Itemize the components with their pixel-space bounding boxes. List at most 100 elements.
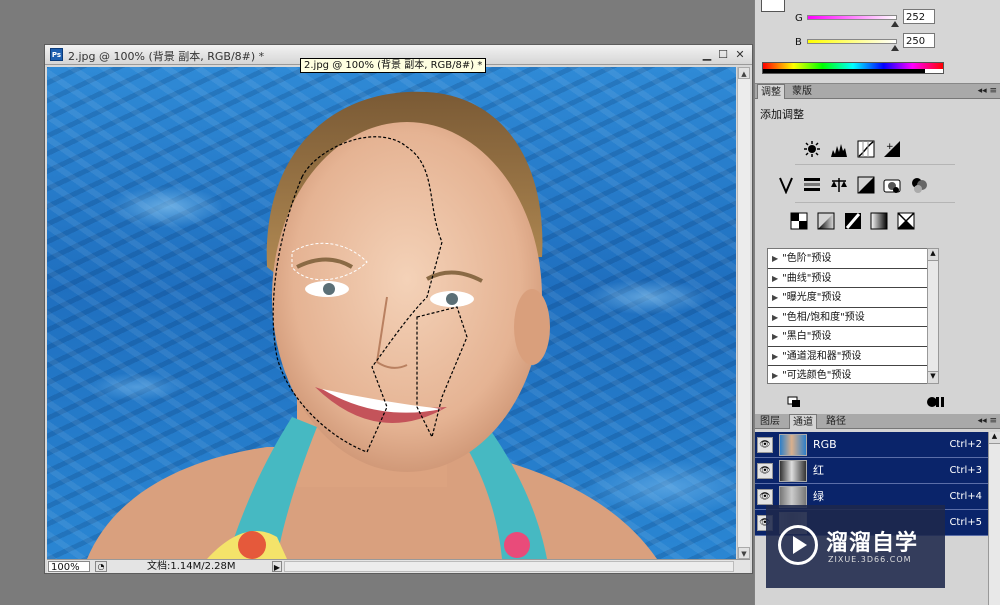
panel-menu-icon[interactable]: ◂◂ ≡ bbox=[978, 414, 997, 428]
hue-saturation-icon[interactable] bbox=[803, 176, 821, 194]
tab-paths[interactable]: 路径 bbox=[823, 414, 849, 429]
channel-thumbnail bbox=[779, 434, 807, 456]
posterize-icon[interactable] bbox=[817, 212, 835, 230]
levels-icon[interactable] bbox=[830, 140, 848, 158]
document-tooltip: 2.jpg @ 100% (背景 副本, RGB/8#) * bbox=[300, 58, 487, 73]
visibility-eye-icon[interactable]: 👁 bbox=[757, 437, 773, 453]
expand-arrow-icon: ▶ bbox=[772, 371, 779, 380]
image-canvas[interactable] bbox=[47, 67, 736, 559]
channel-name: 红 bbox=[813, 464, 824, 477]
preset-label: "曝光度"预设 bbox=[782, 292, 842, 303]
selective-color-icon[interactable] bbox=[897, 212, 915, 230]
green-slider[interactable] bbox=[807, 15, 897, 20]
horizontal-scrollbar[interactable] bbox=[284, 561, 734, 572]
channel-thumbnail bbox=[779, 460, 807, 482]
view-previous-state-icon[interactable] bbox=[927, 396, 945, 408]
blue-slider-thumb[interactable] bbox=[891, 45, 899, 51]
tab-masks[interactable]: 蒙版 bbox=[789, 84, 815, 99]
preset-list[interactable]: ▶ "色阶"预设 ▶ "曲线"预设 ▶ "曝光度"预设 ▶ "色相/饱和度"预设 ▶ "黑… bbox=[767, 248, 939, 384]
list-item[interactable]: ▶ "可选颜色"预设 bbox=[768, 366, 938, 386]
status-menu-arrow-icon[interactable]: ▶ bbox=[272, 561, 282, 572]
preset-label: "曲线"预设 bbox=[782, 272, 832, 284]
minimize-button[interactable]: ▁ bbox=[699, 47, 715, 62]
expand-arrow-icon: ▶ bbox=[772, 293, 779, 302]
channel-name: RGB bbox=[813, 438, 837, 451]
portrait-image bbox=[87, 91, 657, 559]
channel-shortcut: Ctrl+2 bbox=[949, 439, 982, 450]
preset-label: "通道混和器"预设 bbox=[782, 350, 862, 362]
list-item[interactable]: ▶ "通道混和器"预设 bbox=[768, 347, 938, 366]
watermark-url: ZIXUE.3D66.COM bbox=[828, 555, 912, 564]
list-item[interactable]: ▶ "黑白"预设 bbox=[768, 327, 938, 347]
channel-shortcut: Ctrl+5 bbox=[949, 517, 982, 528]
preset-label: "色阶"预设 bbox=[782, 253, 832, 264]
green-channel-label: G bbox=[795, 13, 803, 24]
scroll-down-icon[interactable]: ▼ bbox=[928, 371, 938, 383]
list-item[interactable]: ▶ "色阶"预设 bbox=[768, 249, 938, 269]
add-adjustment-title: 添加调整 bbox=[760, 108, 804, 121]
close-button[interactable]: ✕ bbox=[732, 47, 748, 62]
color-balance-icon[interactable] bbox=[830, 176, 848, 194]
vertical-scrollbar[interactable]: ▲ ▼ bbox=[737, 67, 750, 559]
blue-channel-label: B bbox=[795, 37, 802, 48]
scroll-up-icon[interactable]: ▲ bbox=[989, 432, 1000, 444]
channel-shortcut: Ctrl+3 bbox=[949, 465, 982, 476]
watermark-brand: 溜溜自学 bbox=[826, 531, 919, 556]
adjustments-panel: 调整 蒙版 ◂◂ ≡ 添加调整 + ▶ "色阶"预设 ▶ "曲线"预设 ▶ "曝… bbox=[755, 84, 1000, 412]
channel-shortcut: Ctrl+4 bbox=[949, 491, 982, 502]
play-logo-icon bbox=[778, 525, 818, 565]
maximize-button[interactable]: ☐ bbox=[715, 47, 731, 62]
preset-list-scrollbar[interactable]: ▲ ▼ bbox=[927, 248, 939, 384]
channel-row-rgb[interactable]: 👁 RGB Ctrl+2 bbox=[755, 432, 988, 458]
gradient-map-icon[interactable] bbox=[870, 212, 888, 230]
vibrance-icon[interactable] bbox=[777, 176, 795, 195]
color-panel: G 252 B 250 bbox=[755, 0, 1000, 84]
svg-text:+: + bbox=[886, 142, 894, 152]
status-bar: 100% ◔ 文档:1.14M/2.28M ▶ bbox=[47, 559, 750, 573]
channel-row-red[interactable]: 👁 红 Ctrl+3 bbox=[755, 458, 988, 484]
list-item[interactable]: ▶ "曲线"预设 bbox=[768, 269, 938, 288]
expand-arrow-icon: ▶ bbox=[772, 332, 779, 341]
photo-filter-icon[interactable] bbox=[883, 176, 901, 194]
status-info-icon[interactable]: ◔ bbox=[95, 561, 107, 572]
icon-row-separator bbox=[795, 202, 955, 203]
clip-to-layer-icon[interactable] bbox=[787, 396, 801, 408]
exposure-icon[interactable]: + bbox=[883, 140, 901, 158]
visibility-eye-icon[interactable]: 👁 bbox=[757, 463, 773, 479]
channels-tab-strip: 图层 通道 路径 ◂◂ ≡ bbox=[755, 414, 1000, 429]
blue-value-field[interactable]: 250 bbox=[903, 33, 935, 48]
zoom-level-field[interactable]: 100% bbox=[48, 561, 90, 573]
preset-label: "黑白"预设 bbox=[782, 331, 832, 342]
tab-adjustments[interactable]: 调整 bbox=[757, 84, 785, 99]
scroll-down-icon[interactable]: ▼ bbox=[738, 547, 750, 559]
adjustments-tab-strip: 调整 蒙版 ◂◂ ≡ bbox=[755, 84, 1000, 99]
black-white-icon[interactable] bbox=[857, 176, 875, 194]
brightness-icon[interactable] bbox=[803, 140, 821, 158]
scroll-up-icon[interactable]: ▲ bbox=[928, 249, 938, 261]
list-item[interactable]: ▶ "色相/饱和度"预设 bbox=[768, 308, 938, 327]
curves-icon[interactable] bbox=[857, 140, 875, 158]
invert-icon[interactable] bbox=[790, 212, 808, 230]
list-item[interactable]: ▶ "曝光度"预设 bbox=[768, 288, 938, 308]
blue-slider[interactable] bbox=[807, 39, 897, 44]
tab-layers[interactable]: 图层 bbox=[757, 414, 783, 429]
panel-menu-icon[interactable]: ◂◂ ≡ bbox=[978, 84, 997, 98]
color-spectrum-bar[interactable] bbox=[762, 62, 944, 74]
expand-arrow-icon: ▶ bbox=[772, 273, 779, 283]
document-size-info: 文档:1.14M/2.28M bbox=[147, 561, 236, 572]
threshold-icon[interactable] bbox=[844, 212, 862, 230]
visibility-eye-icon[interactable]: 👁 bbox=[757, 489, 773, 505]
tab-channels[interactable]: 通道 bbox=[789, 414, 817, 429]
preset-label: "色相/饱和度"预设 bbox=[782, 311, 865, 323]
channel-mixer-icon[interactable] bbox=[910, 176, 928, 194]
scroll-up-icon[interactable]: ▲ bbox=[738, 67, 750, 79]
expand-arrow-icon: ▶ bbox=[772, 254, 779, 263]
foreground-color-swatch[interactable] bbox=[761, 0, 785, 12]
green-value-field[interactable]: 252 bbox=[903, 9, 935, 24]
watermark-overlay: 溜溜自学 ZIXUE.3D66.COM bbox=[766, 505, 945, 588]
green-slider-thumb[interactable] bbox=[891, 21, 899, 27]
document-window[interactable]: Ps 2.jpg @ 100% (背景 副本, RGB/8#) * ▁ ☐ ✕ … bbox=[44, 44, 753, 574]
document-title: 2.jpg @ 100% (背景 副本, RGB/8#) * bbox=[68, 50, 265, 63]
photoshop-icon: Ps bbox=[50, 48, 63, 61]
channels-scrollbar[interactable]: ▲ bbox=[988, 432, 1000, 605]
